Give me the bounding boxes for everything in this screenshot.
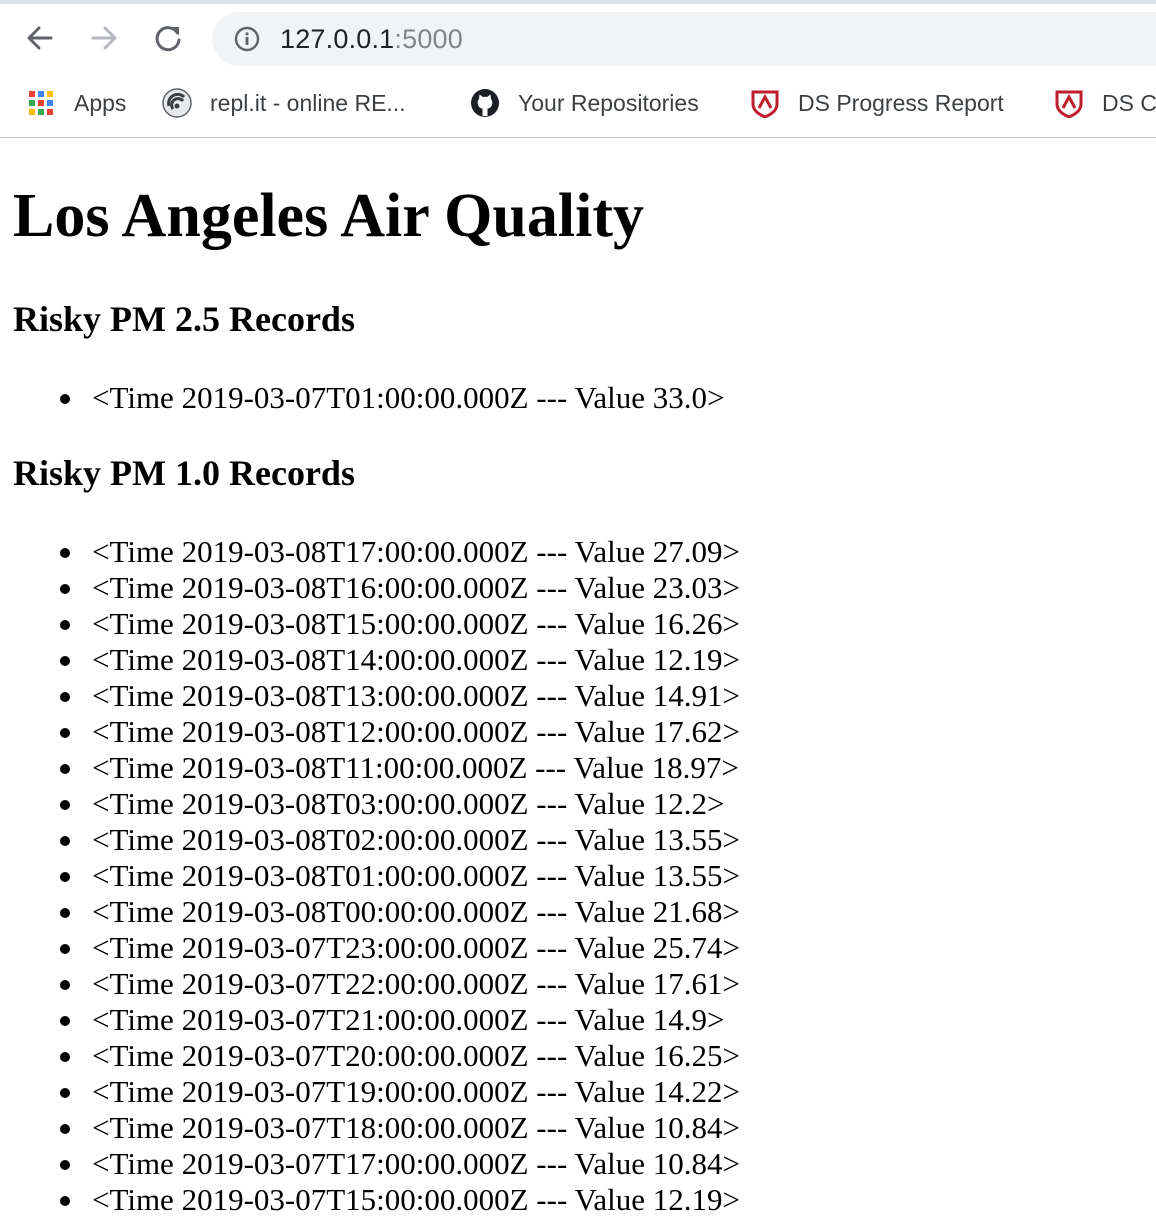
bullet-icon (60, 1088, 70, 1098)
tab-strip-edge (0, 0, 1156, 4)
list-item: <Time 2019-03-08T01:00:00.000Z --- Value… (0, 858, 740, 894)
browser-chrome: 127.0.0.1:5000 Apps repl.it - online RE.… (0, 0, 1156, 138)
bookmark-apps[interactable]: Apps (26, 86, 126, 120)
list-item: <Time 2019-03-07T23:00:00.000Z --- Value… (0, 930, 740, 966)
bullet-icon (60, 548, 70, 558)
list-item: <Time 2019-03-07T18:00:00.000Z --- Value… (0, 1110, 740, 1146)
back-button[interactable] (18, 16, 62, 60)
bullet-icon (60, 584, 70, 594)
record-text: <Time 2019-03-07T01:00:00.000Z --- Value… (92, 380, 725, 415)
list-item: <Time 2019-03-08T00:00:00.000Z --- Value… (0, 894, 740, 930)
bullet-icon (60, 692, 70, 702)
lambda-shield-icon (750, 88, 780, 118)
record-text: <Time 2019-03-07T15:00:00.000Z --- Value… (92, 1182, 741, 1217)
bullet-icon (60, 836, 70, 846)
list-item: <Time 2019-03-07T01:00:00.000Z --- Value… (0, 380, 725, 416)
list-item: <Time 2019-03-08T03:00:00.000Z --- Value… (0, 786, 740, 822)
bookmark-apps-label: Apps (74, 89, 127, 116)
back-arrow-icon (27, 26, 53, 50)
github-icon (470, 88, 500, 118)
bullet-icon (60, 1160, 70, 1170)
bookmark-ds-progress-report[interactable]: DS Progress Report (750, 86, 1004, 120)
bullet-icon (60, 1016, 70, 1026)
record-text: <Time 2019-03-07T19:00:00.000Z --- Value… (92, 1074, 741, 1109)
record-text: <Time 2019-03-08T03:00:00.000Z --- Value… (92, 786, 725, 821)
address-bar[interactable]: 127.0.0.1:5000 (212, 12, 1156, 66)
record-text: <Time 2019-03-07T20:00:00.000Z --- Value… (92, 1038, 741, 1073)
record-text: <Time 2019-03-08T14:00:00.000Z --- Value… (92, 642, 741, 677)
record-text: <Time 2019-03-07T18:00:00.000Z --- Value… (92, 1110, 741, 1145)
pm10-record-list: <Time 2019-03-08T17:00:00.000Z --- Value… (0, 534, 740, 1218)
bullet-icon (60, 944, 70, 954)
forward-arrow-icon (91, 26, 117, 50)
bookmark-replit-label: repl.it - online RE... (210, 89, 406, 116)
bullet-icon (60, 872, 70, 882)
list-item: <Time 2019-03-08T15:00:00.000Z --- Value… (0, 606, 740, 642)
bullet-icon (60, 1196, 70, 1206)
forward-button[interactable] (82, 16, 126, 60)
list-item: <Time 2019-03-08T14:00:00.000Z --- Value… (0, 642, 740, 678)
lambda-shield-icon (1054, 88, 1084, 118)
url-port: :5000 (394, 24, 463, 54)
bullet-icon (60, 394, 70, 404)
bullet-icon (60, 800, 70, 810)
url-host: 127.0.0.1 (280, 24, 395, 54)
page-title: Los Angeles Air Quality (13, 182, 644, 250)
record-text: <Time 2019-03-08T00:00:00.000Z --- Value… (92, 894, 741, 929)
pm25-record-list: <Time 2019-03-07T01:00:00.000Z --- Value… (0, 380, 725, 416)
bookmark-replit[interactable]: repl.it - online RE... (162, 86, 406, 120)
bullet-icon (60, 908, 70, 918)
bullet-icon (60, 1052, 70, 1062)
record-text: <Time 2019-03-08T16:00:00.000Z --- Value… (92, 570, 741, 605)
info-icon[interactable] (234, 26, 260, 52)
record-text: <Time 2019-03-08T01:00:00.000Z --- Value… (92, 858, 741, 893)
list-item: <Time 2019-03-07T20:00:00.000Z --- Value… (0, 1038, 740, 1074)
record-text: <Time 2019-03-07T23:00:00.000Z --- Value… (92, 930, 741, 965)
record-text: <Time 2019-03-07T22:00:00.000Z --- Value… (92, 966, 741, 1001)
bookmarks-bar: Apps repl.it - online RE... Your Reposit… (0, 76, 1156, 130)
list-item: <Time 2019-03-07T15:00:00.000Z --- Value… (0, 1182, 740, 1218)
bullet-icon (60, 728, 70, 738)
bookmark-ds-c[interactable]: DS C (1054, 86, 1156, 120)
list-item: <Time 2019-03-07T19:00:00.000Z --- Value… (0, 1074, 740, 1110)
bullet-icon (60, 1124, 70, 1134)
reload-button[interactable] (146, 16, 190, 60)
toolbar-divider (0, 137, 1156, 138)
apps-grid-icon (26, 88, 56, 118)
pm10-heading: Risky PM 1.0 Records (13, 453, 355, 493)
record-text: <Time 2019-03-08T11:00:00.000Z --- Value… (92, 750, 739, 785)
record-text: <Time 2019-03-08T12:00:00.000Z --- Value… (92, 714, 741, 749)
bookmark-ds-progress-report-label: DS Progress Report (798, 89, 1004, 116)
record-text: <Time 2019-03-08T15:00:00.000Z --- Value… (92, 606, 741, 641)
list-item: <Time 2019-03-08T16:00:00.000Z --- Value… (0, 570, 740, 606)
list-item: <Time 2019-03-07T17:00:00.000Z --- Value… (0, 1146, 740, 1182)
bookmark-github[interactable]: Your Repositories (470, 86, 699, 120)
reload-icon (155, 26, 181, 52)
list-item: <Time 2019-03-08T12:00:00.000Z --- Value… (0, 714, 740, 750)
bullet-icon (60, 656, 70, 666)
pm25-heading: Risky PM 2.5 Records (13, 299, 355, 339)
record-text: <Time 2019-03-07T17:00:00.000Z --- Value… (92, 1146, 741, 1181)
replit-icon (162, 88, 192, 118)
list-item: <Time 2019-03-08T13:00:00.000Z --- Value… (0, 678, 740, 714)
list-item: <Time 2019-03-08T02:00:00.000Z --- Value… (0, 822, 740, 858)
bullet-icon (60, 980, 70, 990)
list-item: <Time 2019-03-08T11:00:00.000Z --- Value… (0, 750, 740, 786)
bookmark-github-label: Your Repositories (518, 89, 699, 116)
list-item: <Time 2019-03-07T21:00:00.000Z --- Value… (0, 1002, 740, 1038)
bullet-icon (60, 620, 70, 630)
record-text: <Time 2019-03-08T02:00:00.000Z --- Value… (92, 822, 741, 857)
record-text: <Time 2019-03-07T21:00:00.000Z --- Value… (92, 1002, 725, 1037)
list-item: <Time 2019-03-07T22:00:00.000Z --- Value… (0, 966, 740, 1002)
list-item: <Time 2019-03-08T17:00:00.000Z --- Value… (0, 534, 740, 570)
record-text: <Time 2019-03-08T17:00:00.000Z --- Value… (92, 534, 741, 569)
url-text[interactable]: 127.0.0.1:5000 (280, 24, 463, 54)
bullet-icon (60, 764, 70, 774)
record-text: <Time 2019-03-08T13:00:00.000Z --- Value… (92, 678, 741, 713)
bookmark-ds-c-label: DS C (1102, 89, 1156, 116)
